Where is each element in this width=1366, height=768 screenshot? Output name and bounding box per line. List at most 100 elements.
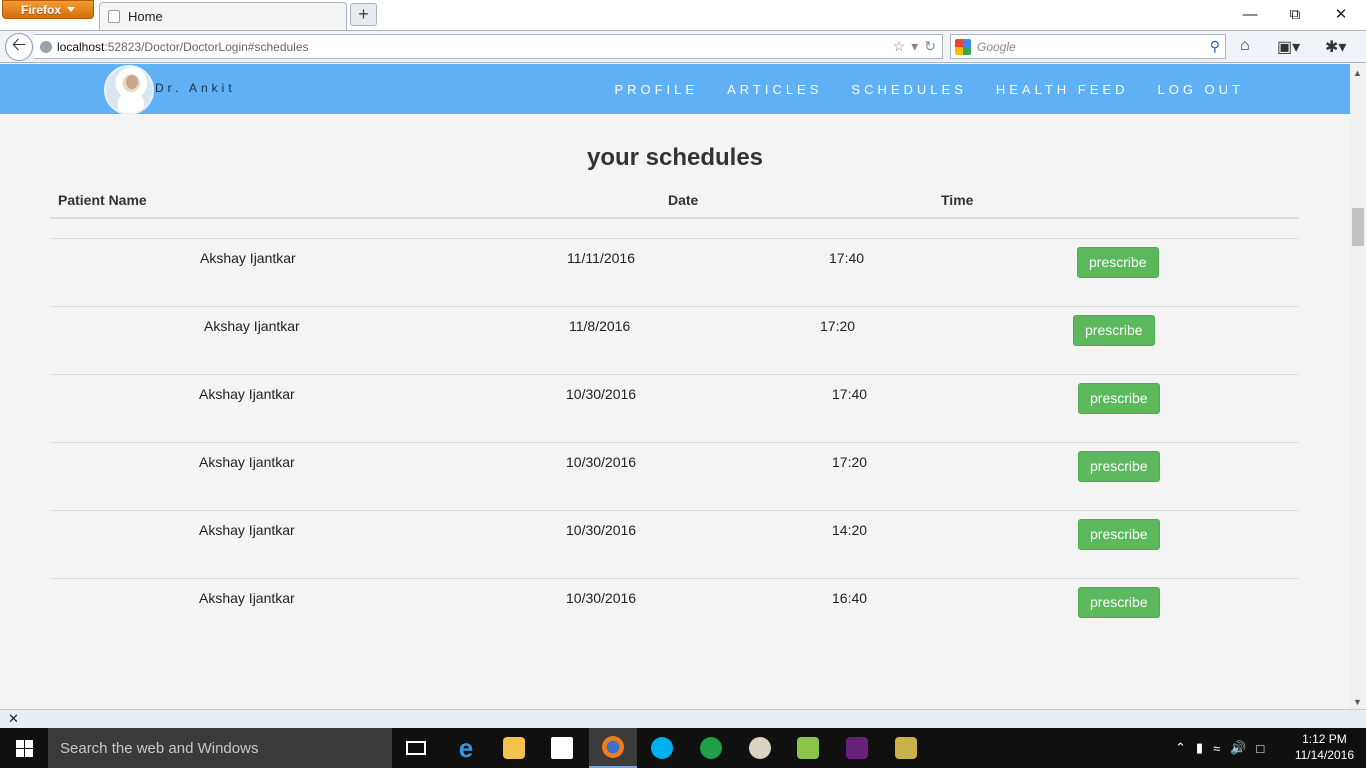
taskbar-search-placeholder: Search the web and Windows (60, 739, 259, 757)
battery-icon[interactable]: ▮ (1196, 740, 1203, 756)
scrollbar-thumb[interactable] (1352, 208, 1364, 246)
nav-health-feed[interactable]: HEALTH FEED (996, 82, 1129, 97)
utorrent-icon[interactable] (687, 728, 735, 768)
table-header: Patient Name Date Time (50, 184, 1299, 219)
schedule-time: 16:40 (832, 590, 868, 606)
history-dropdown-icon[interactable]: ▾ (911, 38, 918, 55)
file-explorer-icon[interactable] (490, 728, 538, 768)
site-brand[interactable]: Dr. Ankit (155, 81, 236, 95)
patient-name: Akshay Ijantkar (199, 454, 295, 470)
prescribe-button[interactable]: prescribe (1078, 451, 1160, 482)
close-addon-bar-icon[interactable]: ✕ (8, 711, 19, 727)
paint-icon[interactable] (736, 728, 784, 768)
windows-taskbar: Search the web and Windows e ⌃ ▮ ≈ 🔊 □ 1… (0, 728, 1366, 768)
browser-tab[interactable]: Home (99, 2, 347, 30)
schedules-table: Patient Name Date Time Akshay Ijantkar 1… (50, 184, 1299, 647)
site-nav: PROFILE ARTICLES SCHEDULES HEALTH FEED L… (614, 82, 1244, 97)
restore-icon[interactable]: ⧉ (1272, 0, 1318, 28)
address-bar[interactable]: localhost:52823/Doctor/DoctorLogin#sched… (34, 34, 943, 59)
site-header: Dr. Ankit PROFILE ARTICLES SCHEDULES HEA… (0, 64, 1350, 115)
wifi-icon[interactable]: ≈ (1213, 741, 1220, 756)
url-path: :52823/Doctor/DoctorLogin#schedules (104, 39, 309, 54)
patient-name: Akshay Ijantkar (199, 386, 295, 402)
addon-icon[interactable]: ✱▾ (1325, 37, 1346, 57)
tab-title: Home (128, 9, 163, 24)
schedule-date: 11/11/2016 (567, 250, 635, 266)
show-hidden-icons-icon[interactable]: ⌃ (1175, 740, 1186, 756)
column-header-date: Date (668, 192, 699, 208)
spreadsheet-icon[interactable] (784, 728, 832, 768)
page-scrollbar[interactable]: ▲ ▼ (1350, 64, 1366, 709)
table-row: Akshay Ijantkar 10/30/2016 17:40 prescri… (50, 375, 1299, 443)
search-bar[interactable]: Google ⚲ (950, 34, 1226, 59)
volume-icon[interactable]: 🔊 (1230, 740, 1246, 756)
browser-titlebar: Firefox Home + — ⧉ ✕ (0, 0, 1366, 30)
skype-icon[interactable] (638, 728, 686, 768)
firefox-icon[interactable] (589, 728, 637, 768)
prescribe-button[interactable]: prescribe (1078, 587, 1160, 618)
table-row: Akshay Ijantkar 10/30/2016 16:40 prescri… (50, 579, 1299, 647)
prescribe-button[interactable]: prescribe (1078, 383, 1160, 414)
edge-icon[interactable]: e (442, 728, 490, 768)
schedule-time: 17:20 (820, 318, 856, 334)
page-title: your schedules (586, 144, 764, 171)
web-page: Dr. Ankit PROFILE ARTICLES SCHEDULES HEA… (0, 64, 1350, 709)
visual-studio-icon[interactable] (833, 728, 881, 768)
notifications-icon[interactable]: □ (1256, 741, 1264, 756)
firefox-menu-label: Firefox (20, 2, 61, 17)
patient-name: Akshay Ijantkar (204, 318, 300, 334)
bookmarks-icon[interactable]: ▣▾ (1277, 37, 1300, 57)
schedule-time: 17:20 (832, 454, 868, 470)
clock-time: 1:12 PM (1302, 732, 1347, 746)
minimize-icon[interactable]: — (1227, 0, 1273, 28)
schedule-date: 10/30/2016 (566, 590, 637, 606)
back-arrow-icon[interactable]: 🡠 (5, 33, 33, 61)
scroll-down-icon[interactable]: ▼ (1353, 697, 1362, 707)
scroll-up-icon[interactable]: ▲ (1353, 68, 1362, 78)
caret-down-icon (67, 7, 75, 12)
nav-profile[interactable]: PROFILE (614, 82, 698, 97)
search-icon[interactable]: ⚲ (1210, 38, 1225, 55)
taskbar-clock[interactable]: 1:12 PM 11/14/2016 (1295, 731, 1354, 763)
table-row: Akshay Ijantkar 10/30/2016 14:20 prescri… (50, 511, 1299, 579)
google-engine-icon[interactable] (955, 38, 971, 55)
browser-navbar: 🡠 localhost:52823/Doctor/DoctorLogin#sch… (0, 30, 1366, 63)
home-icon[interactable]: ⌂ (1240, 37, 1250, 55)
patient-name: Akshay Ijantkar (199, 590, 295, 606)
prescribe-button[interactable]: prescribe (1078, 519, 1160, 550)
nav-schedules[interactable]: SCHEDULES (851, 82, 966, 97)
prescribe-button[interactable]: prescribe (1073, 315, 1155, 346)
schedule-date: 10/30/2016 (566, 522, 637, 538)
prescribe-button[interactable]: prescribe (1077, 247, 1159, 278)
schedule-date: 10/30/2016 (566, 454, 637, 470)
schedule-time: 17:40 (829, 250, 865, 266)
schedule-date: 11/8/2016 (569, 318, 631, 334)
task-view-icon[interactable] (392, 728, 440, 768)
nav-articles[interactable]: ARTICLES (727, 82, 822, 97)
url-host: localhost (57, 39, 105, 54)
doctor-avatar (104, 65, 154, 115)
system-tray: ⌃ ▮ ≈ 🔊 □ (1175, 728, 1264, 768)
close-icon[interactable]: ✕ (1318, 0, 1364, 28)
patient-name: Akshay Ijantkar (200, 250, 296, 266)
store-icon[interactable] (538, 728, 586, 768)
schedule-time: 17:40 (832, 386, 868, 402)
table-row: Akshay Ijantkar 10/30/2016 17:20 prescri… (50, 443, 1299, 511)
patient-name: Akshay Ijantkar (199, 522, 295, 538)
nav-log-out[interactable]: LOG OUT (1157, 82, 1244, 97)
schedule-time: 14:20 (832, 522, 868, 538)
firefox-menu-button[interactable]: Firefox (2, 0, 94, 19)
start-button[interactable] (0, 728, 48, 768)
bookmark-star-icon[interactable]: ☆ (893, 38, 906, 55)
table-row: Akshay Ijantkar 11/8/2016 17:20 prescrib… (50, 307, 1299, 375)
reload-icon[interactable]: ↻ (924, 38, 936, 55)
addon-bar: ✕ (0, 709, 1366, 728)
windows-logo-icon (15, 739, 33, 757)
globe-icon (40, 40, 52, 53)
new-tab-button[interactable]: + (350, 3, 377, 26)
page-icon (108, 10, 120, 23)
taskbar-search-box[interactable]: Search the web and Windows (48, 728, 392, 768)
search-placeholder: Google (977, 39, 1016, 54)
tools-icon[interactable] (882, 728, 930, 768)
column-header-time: Time (941, 192, 974, 208)
